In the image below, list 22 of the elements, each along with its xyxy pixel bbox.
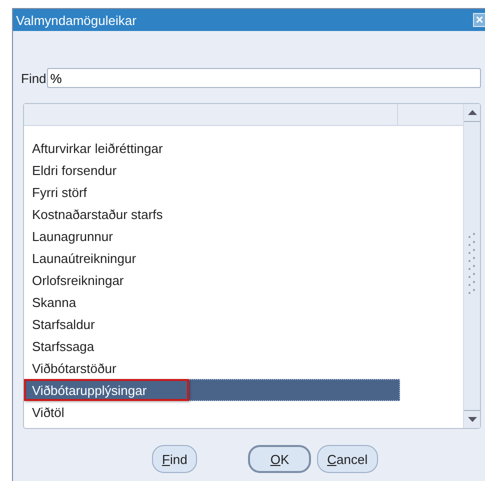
list-item[interactable]: Afturvirkar leiðréttingar	[24, 137, 400, 159]
list-item[interactable]: Orlofsreikningar	[24, 269, 400, 291]
scrollbar[interactable]	[463, 104, 480, 428]
list-item[interactable]: Kostnaðarstaður starfs	[24, 203, 400, 225]
list-item[interactable]: Starfssaga	[24, 335, 400, 357]
find-label: Find	[21, 70, 46, 86]
list-item[interactable]: Launagrunnur	[24, 225, 400, 247]
dialog-button[interactable]: Cancel	[317, 445, 378, 473]
list-item[interactable]: Viðbótarupplýsingar	[24, 379, 400, 401]
find-field[interactable]: %	[47, 68, 481, 88]
list-item[interactable]: Fyrri störf	[24, 181, 400, 203]
list-item[interactable]: Eldri forsendur	[24, 159, 400, 181]
list-item[interactable]: Skanna	[24, 291, 400, 313]
list-item[interactable]: Viðbótarstöður	[24, 357, 400, 379]
up-arrow-icon	[468, 110, 476, 115]
list-item[interactable]: Launaútreikningur	[24, 247, 400, 269]
list-item[interactable]: Viðtöl	[24, 401, 400, 423]
dialog-button[interactable]: OK	[248, 445, 312, 473]
window-title: Valmyndamöguleikar	[16, 12, 136, 28]
list-item[interactable]: Starfsaldur	[24, 313, 400, 335]
dialog-button[interactable]: Find	[152, 445, 198, 473]
down-arrow-icon	[468, 417, 476, 422]
